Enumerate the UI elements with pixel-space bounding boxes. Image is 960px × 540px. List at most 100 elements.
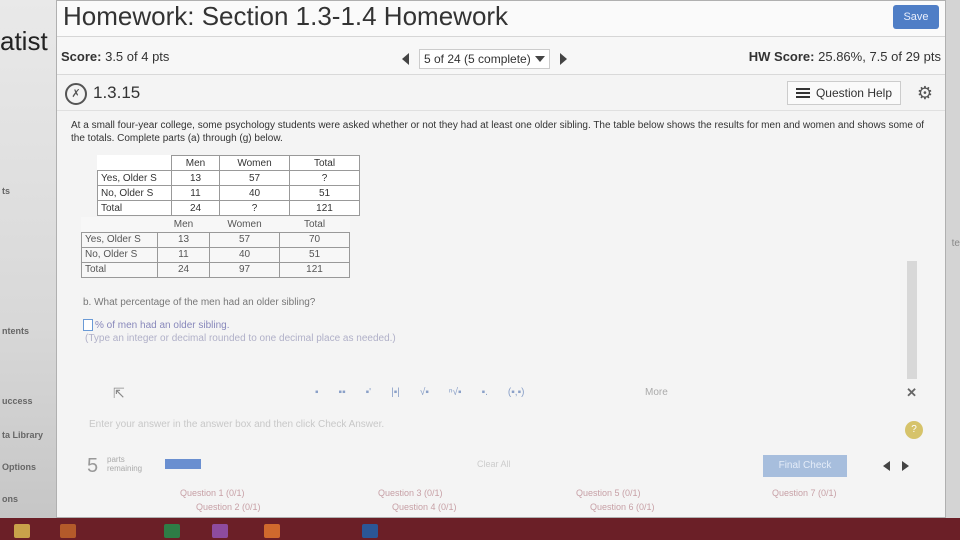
table-cell: 51 [279,246,350,263]
table-cell: ? [219,200,290,216]
folder-taskbar-icon[interactable] [60,524,76,538]
excel-taskbar-icon[interactable] [164,524,180,538]
question-content: At a small four-year college, some psych… [57,111,945,411]
question-link[interactable]: Question 7 (0/1) [772,488,837,498]
completed-table: Men Women Total Yes, Older S 13 57 70 No… [81,217,350,278]
sidebar-item[interactable]: ta Library [2,430,43,440]
taskbar [0,518,960,540]
nth-root-tool-icon[interactable]: ⁿ√▪ [449,387,462,398]
background-sidebar: atist ts ntents uccess ta Library Option… [0,0,60,540]
question-help-button[interactable]: Question Help [786,81,901,105]
table-row: Total 24 ? 121 [97,200,360,216]
scrollbar[interactable] [907,261,917,379]
sidebar-title-fragment: atist [0,26,48,56]
table-cell: No, Older S [81,246,158,263]
score-bar: Score: 3.5 of 4 pts 5 of 24 (5 complete)… [57,37,945,75]
instruction-text: Enter your answer in the answer box and … [89,419,385,430]
answer-input[interactable] [83,319,93,331]
word-taskbar-icon[interactable] [362,524,378,538]
clear-all-button[interactable]: Clear All [477,459,511,469]
table-row: Yes, Older S 13 57 ? [97,170,360,186]
parts-label-line1: parts [107,455,125,464]
exponent-tool-icon[interactable]: ▪' [366,387,371,398]
question-number: 1.3.15 [93,83,141,102]
table-row: No, Older S 11 40 51 [97,185,360,201]
more-button[interactable]: More [645,387,668,398]
question-link[interactable]: Question 2 (0/1) [196,502,261,512]
help-icon[interactable]: ? [905,421,923,439]
decimal-tool-icon[interactable]: ▪. [482,387,488,398]
table-cell: 121 [289,200,360,216]
question-link[interactable]: Question 3 (0/1) [378,488,443,498]
table-cell: 57 [219,170,290,186]
table-cell: 121 [279,261,350,278]
absolute-value-tool-icon[interactable]: |▪| [391,387,400,398]
sidebar-item[interactable]: ts [2,186,10,196]
sidebar-item[interactable]: uccess [2,396,33,406]
bottom-bar: 5 parts remaining Clear All Final Check [57,451,945,481]
chevron-down-icon [534,56,545,62]
hw-score-value: 25.86%, 7.5 of 29 pts [818,49,941,64]
sidebar-item[interactable]: Options [2,462,36,472]
score-label: Score: [61,49,102,64]
background-right-edge: te [944,0,960,540]
gear-icon[interactable]: ⚙ [917,83,933,104]
table-header: Women [219,155,290,171]
sidebar-item[interactable]: ons [2,494,18,504]
table-header [81,217,158,233]
table-cell: 11 [171,185,220,201]
table-header: Men [157,217,210,233]
powerpoint-taskbar-icon[interactable] [264,524,280,538]
homework-modal: Homework: Section 1.3-1.4 Homework Save … [56,0,946,518]
question-prompt: At a small four-year college, some psych… [71,120,925,144]
table-row: Total 24 97 121 [81,261,350,278]
question-selector[interactable]: 5 of 24 (5 complete) [419,49,550,69]
progress-bar [165,459,201,469]
question-link[interactable]: Question 6 (0/1) [590,502,655,512]
next-question-icon[interactable] [559,53,567,65]
table-cell: Yes, Older S [81,231,158,248]
table-cell: 13 [157,231,210,248]
table-cell: Total [97,200,172,216]
table-cell: 40 [209,246,280,263]
table-cell: 97 [209,261,280,278]
cursor-icon: ⇱ [113,385,125,401]
question-navigator: 5 of 24 (5 complete) [402,49,567,69]
fraction-tool-icon[interactable]: ▪ [315,387,319,398]
close-icon[interactable]: ✕ [906,385,917,401]
score-value: 3.5 of 4 pts [105,49,170,64]
previous-question-icon[interactable] [402,53,409,65]
table-cell: 40 [219,185,290,201]
ordered-pair-tool-icon[interactable]: (▪,▪) [508,387,525,398]
table-header: Men [171,155,220,171]
table-row: No, Older S 11 40 51 [81,246,350,263]
save-button[interactable]: Save [893,5,939,29]
table-cell: Yes, Older S [97,170,172,186]
chrome-taskbar-icon[interactable] [14,524,30,538]
given-table: Men Women Total Yes, Older S 13 57 ? No,… [97,155,360,216]
parts-remaining-count: 5 [87,455,99,477]
question-link[interactable]: Question 1 (0/1) [180,488,245,498]
answer-suffix: % of men had an older sibling. [95,319,230,331]
question-score: Score: 3.5 of 4 pts [61,49,169,64]
table-cell: ? [289,170,360,186]
mixed-number-tool-icon[interactable]: ▪▪ [339,387,346,398]
hw-score: HW Score: 25.86%, 7.5 of 29 pts [749,49,941,64]
table-cell: 57 [209,231,280,248]
question-selector-value: 5 of 24 (5 complete) [424,52,531,66]
check-answer-button[interactable]: Final Check [763,455,847,477]
answer-hint: (Type an integer or decimal rounded to o… [85,333,396,344]
question-link[interactable]: Question 5 (0/1) [576,488,641,498]
square-root-tool-icon[interactable]: √▪ [420,387,429,398]
table-row: Yes, Older S 13 57 70 [81,231,350,248]
table-header [98,156,172,171]
next-part-icon[interactable] [902,461,909,471]
question-link[interactable]: Question 4 (0/1) [392,502,457,512]
onenote-taskbar-icon[interactable] [212,524,228,538]
math-tools: ▪ ▪▪ ▪' |▪| √▪ ⁿ√▪ ▪. (▪,▪) [315,387,524,398]
table-cell: 11 [157,246,210,263]
previous-part-icon[interactable] [883,461,890,471]
page-title: Homework: Section 1.3-1.4 Homework [63,1,509,31]
sidebar-item[interactable]: ntents [2,326,29,336]
table-cell: 24 [171,200,220,216]
